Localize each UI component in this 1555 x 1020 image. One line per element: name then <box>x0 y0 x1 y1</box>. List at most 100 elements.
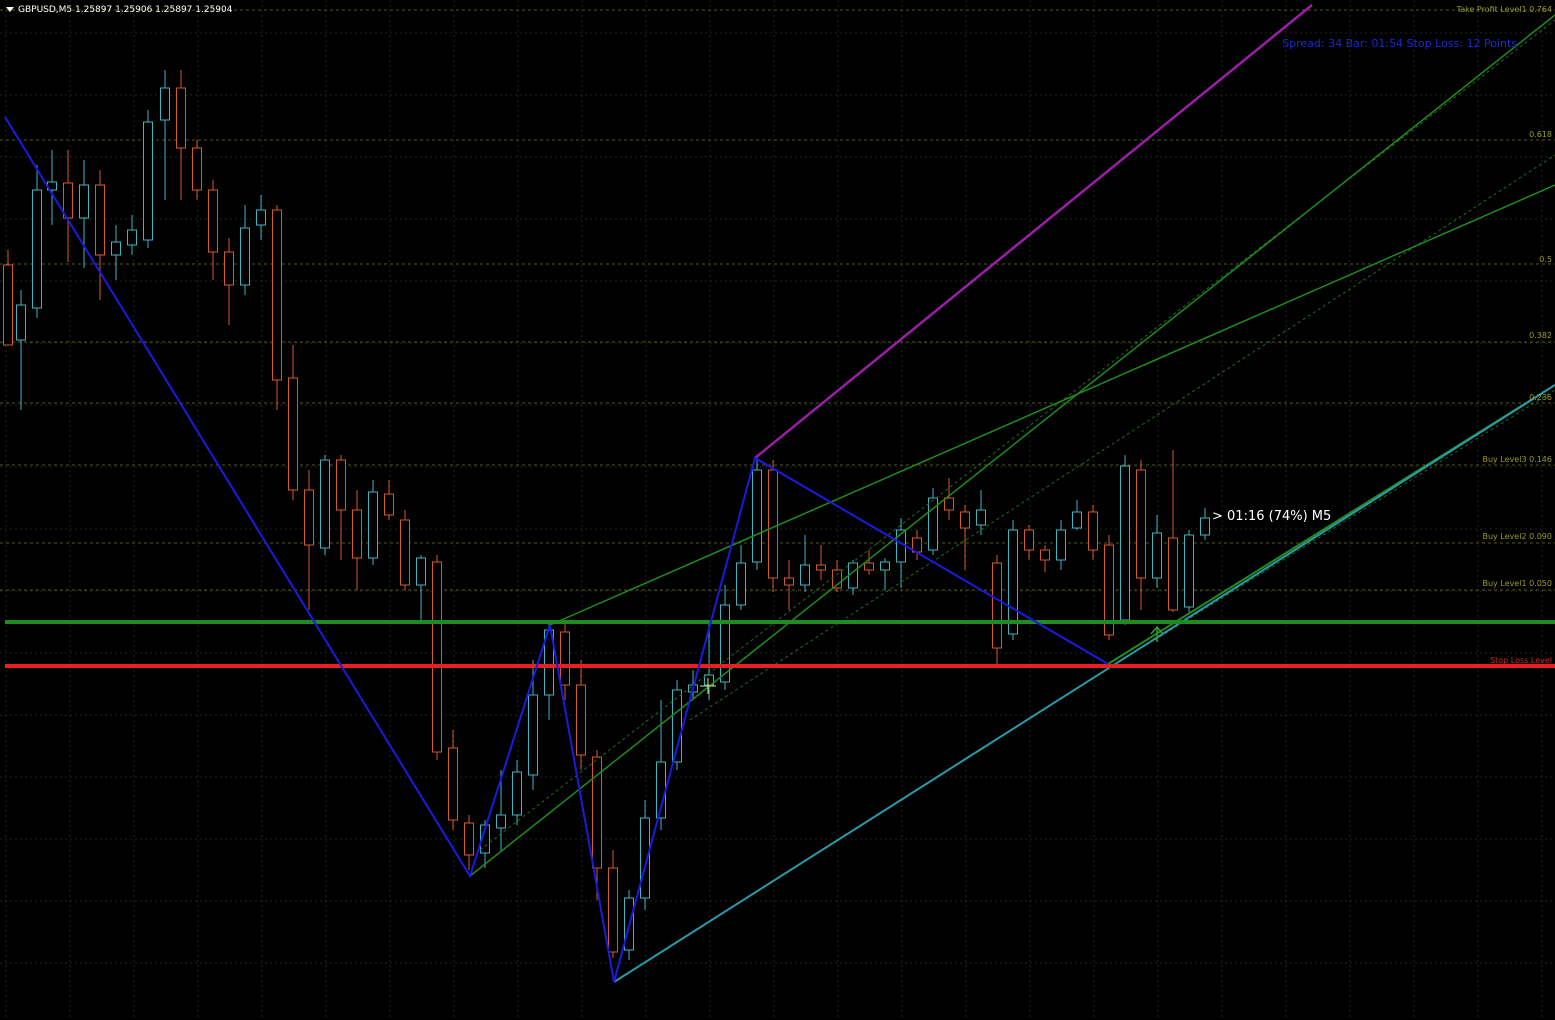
candle-bear <box>608 850 618 958</box>
candle-bear <box>352 490 362 590</box>
candle-bear <box>3 250 13 346</box>
candle-bear <box>272 205 282 410</box>
candle-body <box>176 87 186 149</box>
dropdown-triangle-icon[interactable] <box>6 7 14 12</box>
candle-body <box>3 264 13 346</box>
candle-body <box>944 497 954 511</box>
candle-body <box>1056 529 1066 561</box>
candle-body <box>784 577 794 586</box>
level-label-buy1: Buy Level1 0.050 <box>1482 579 1553 588</box>
candle-bull <box>1184 530 1194 612</box>
candle-body <box>992 562 1002 649</box>
candle-bull <box>368 480 378 565</box>
candle-bear <box>464 815 474 870</box>
bar-timer: > 01:16 (74%) M5 <box>1212 509 1332 524</box>
candle-bear <box>432 555 442 760</box>
level-label-stop-loss: Stop Loss Level <box>1490 656 1552 665</box>
candles <box>3 70 1210 960</box>
candle-body <box>864 562 874 571</box>
symbol-ohlc-text: GBPUSD,M5 1.25897 1.25906 1.25897 1.2590… <box>18 5 233 15</box>
candle-bear <box>1104 535 1114 640</box>
candle-body <box>976 509 986 526</box>
candle-body <box>1040 549 1050 561</box>
candle-bull <box>32 165 42 318</box>
candle-bear <box>1024 525 1034 560</box>
candle-bear <box>1136 460 1146 610</box>
candle-bull <box>256 195 266 240</box>
candle-body <box>1120 465 1130 621</box>
chart-window[interactable]: GBPUSD,M5 1.25897 1.25906 1.25897 1.2590… <box>0 0 1555 1020</box>
candle-body <box>768 469 778 579</box>
candle-body <box>336 459 346 511</box>
candle-bear <box>336 455 346 560</box>
candle-body <box>496 814 506 829</box>
candle-bull <box>1200 508 1210 540</box>
candle-bear <box>288 345 298 500</box>
drawings <box>4 4 1555 983</box>
candle-bull <box>320 455 330 555</box>
candle-bear <box>576 660 586 770</box>
candle-bull <box>896 518 906 588</box>
candle-body <box>1008 529 1018 635</box>
candle-body <box>288 377 298 491</box>
candle-body <box>1136 469 1146 579</box>
candle-bull <box>752 455 762 570</box>
candle-bull <box>880 558 890 590</box>
candle-body <box>752 469 762 563</box>
candle-body <box>16 304 26 341</box>
candle-body <box>240 227 250 286</box>
candle-body <box>272 209 282 381</box>
candle-body <box>320 459 330 549</box>
candle-bull <box>1072 500 1082 530</box>
candle-body <box>95 184 105 256</box>
candle-body <box>608 867 618 953</box>
candle-bear <box>384 480 394 520</box>
info-line: Spread: 34 Bar: 01:54 Stop Loss: 12 Poin… <box>1282 37 1517 50</box>
candle-body <box>304 489 314 546</box>
candle-bull <box>848 560 858 595</box>
candle-bull <box>496 770 506 852</box>
candle-bull <box>160 70 170 200</box>
candle-body <box>224 251 234 286</box>
candle-bull <box>736 545 746 610</box>
candle-body <box>192 147 202 191</box>
candle-bull <box>976 490 986 535</box>
level-label-0618: 0.618 <box>1529 130 1552 139</box>
candle-bull <box>512 760 522 825</box>
candle-bear <box>992 555 1002 665</box>
candle-bear <box>1040 545 1050 572</box>
candle-body <box>127 229 137 246</box>
candle-body <box>432 561 442 753</box>
candle-body <box>256 209 266 226</box>
candle-body <box>111 241 121 256</box>
candle-body <box>208 189 218 253</box>
candle-body <box>576 684 586 756</box>
candle-body <box>160 87 170 121</box>
candle-bull <box>800 535 810 592</box>
candle-bear <box>1168 450 1178 612</box>
candle-bull <box>1056 520 1066 570</box>
candle-body <box>384 493 394 516</box>
candle-bear <box>192 140 202 200</box>
candle-bear <box>784 560 794 610</box>
candle-body <box>736 562 746 606</box>
candle-body <box>512 771 522 816</box>
candle-bear <box>304 470 314 610</box>
candle-bull <box>1152 515 1162 588</box>
candle-body <box>352 509 362 559</box>
level-label-0382: 0.382 <box>1529 331 1552 340</box>
candle-body <box>960 511 970 529</box>
candle-body <box>1184 534 1194 608</box>
candle-bull <box>1120 455 1130 625</box>
symbol-header: GBPUSD,M5 1.25897 1.25906 1.25897 1.2590… <box>6 5 232 15</box>
candle-body <box>1088 511 1098 551</box>
candle-body <box>880 561 890 571</box>
candle-bear <box>224 238 234 325</box>
candle-body <box>800 564 810 586</box>
level-label-05: 0.5 <box>1539 255 1552 264</box>
candle-body <box>816 564 826 571</box>
candle-body <box>79 184 89 219</box>
candle-bull <box>127 215 137 255</box>
magenta-trendline <box>754 4 1313 459</box>
candle-bear <box>208 180 218 280</box>
